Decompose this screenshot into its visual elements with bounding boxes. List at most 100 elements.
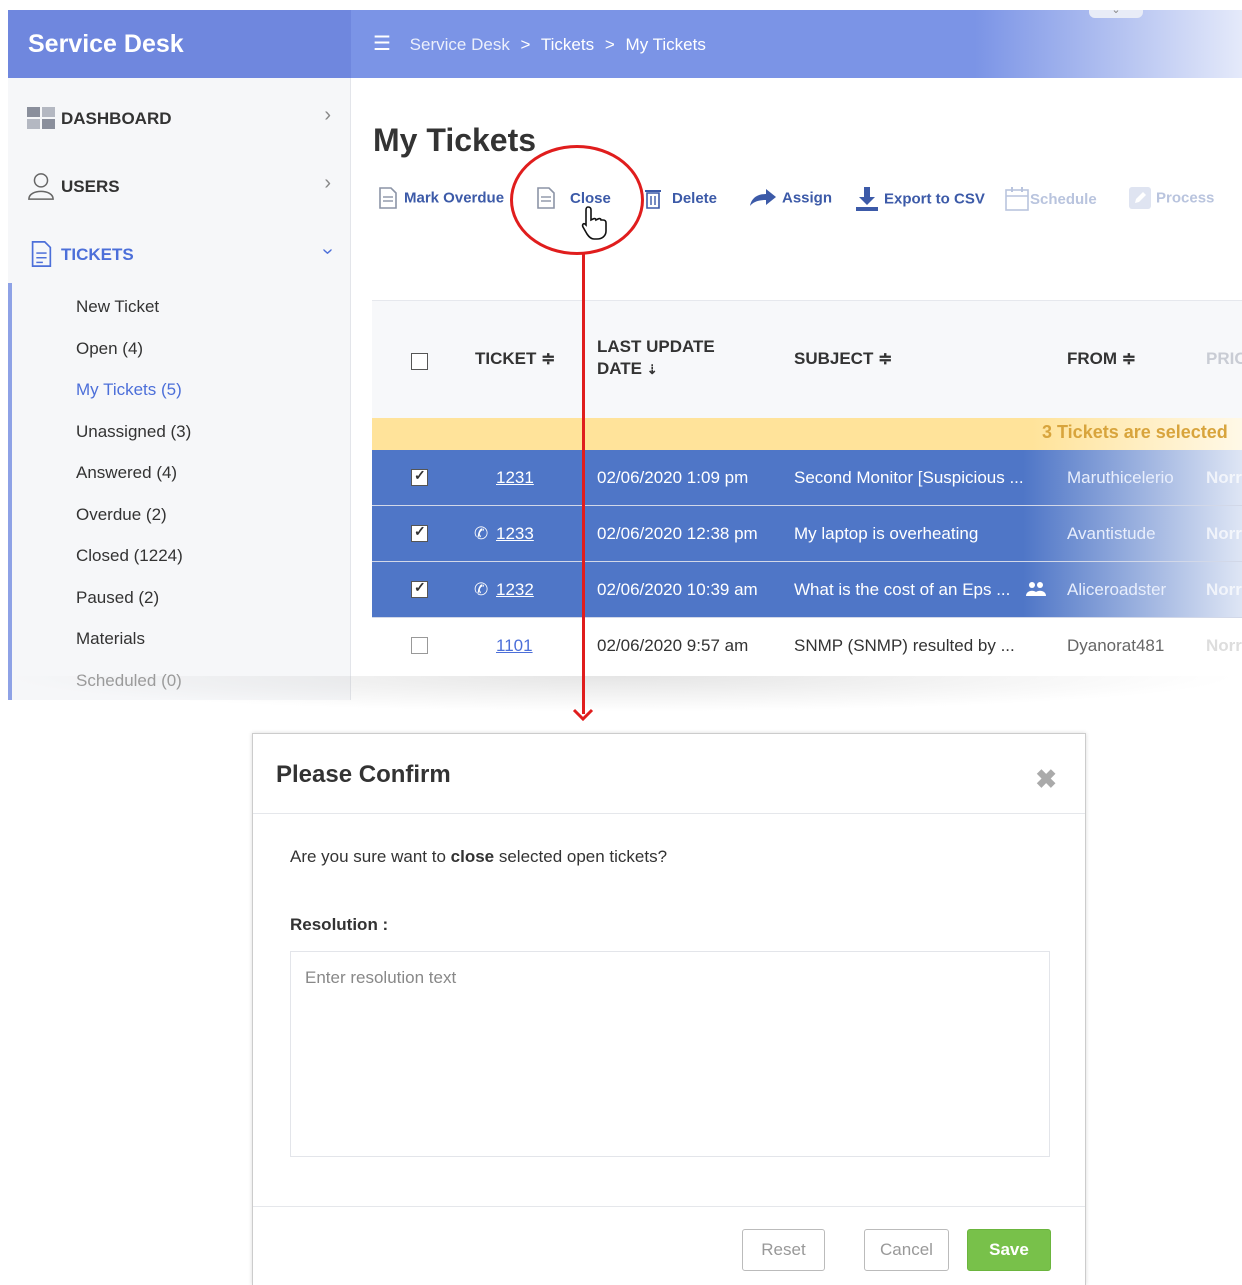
table-row[interactable]: ✆ 1232 02/06/2020 10:39 am What is the c… (372, 562, 1242, 618)
row-checkbox[interactable] (411, 579, 428, 598)
sidebar: DASHBOARD › USERS › TICKETS › New Ticket… (8, 78, 351, 700)
top-bar: ☰ Service Desk > Tickets > My Tickets ⌄ (351, 10, 1242, 78)
sidebar-item-label: DASHBOARD (61, 109, 172, 128)
table-row[interactable]: 1231 02/06/2020 1:09 pm Second Monitor [… (372, 450, 1242, 506)
chevron-down-icon: › (317, 248, 340, 255)
sidebar-subitem-answered[interactable]: Answered (4) (76, 463, 177, 483)
share-arrow-icon (750, 189, 776, 206)
dialog-message: Are you sure want to close selected open… (290, 847, 668, 866)
delete-button[interactable]: Delete (642, 186, 717, 214)
column-header-subject[interactable]: SUBJECT ≑ (794, 349, 892, 369)
row-from: Dyanorat481 (1067, 636, 1165, 655)
hand-cursor-icon (581, 206, 607, 240)
ticket-link[interactable]: 1233 (496, 524, 534, 544)
row-from: Aliceroadster (1067, 580, 1167, 599)
dialog-header: Please Confirm ✖ (253, 734, 1085, 814)
row-priority: Norr (1206, 580, 1242, 599)
row-date: 02/06/2020 12:38 pm (597, 524, 758, 543)
dialog-footer-divider (253, 1206, 1085, 1207)
column-header-last-update[interactable]: LAST UPDATE (597, 337, 715, 357)
row-date: 02/06/2020 10:39 am (597, 580, 758, 599)
column-header-last-update-date[interactable]: DATE ⇣ (597, 359, 658, 379)
save-button[interactable]: Save (967, 1229, 1051, 1271)
row-priority: Norr (1206, 636, 1242, 655)
row-subject: SNMP (SNMP) resulted by ... (794, 636, 1015, 655)
table-row[interactable]: 1101 02/06/2020 9:57 am SNMP (SNMP) resu… (372, 618, 1242, 674)
ticket-link[interactable]: 1101 (496, 636, 533, 656)
row-from: Avantistude (1067, 524, 1156, 543)
column-header-ticket[interactable]: TICKET ≑ (475, 349, 555, 369)
download-icon (856, 187, 878, 211)
sidebar-subitem-materials[interactable]: Materials (76, 629, 145, 649)
ticket-link[interactable]: 1232 (496, 580, 534, 600)
schedule-button[interactable]: Schedule (1004, 186, 1097, 214)
selection-banner: 3 Tickets are selected (372, 418, 1242, 450)
cancel-button[interactable]: Cancel (864, 1229, 949, 1271)
sidebar-item-dashboard[interactable]: DASHBOARD › (8, 88, 351, 148)
chevron-right-icon: › (324, 172, 331, 194)
sort-desc-icon: ⇣ (646, 362, 658, 377)
row-date: 02/06/2020 1:09 pm (597, 468, 749, 487)
breadcrumb-separator: > (604, 35, 615, 54)
row-priority: Norr (1206, 468, 1242, 487)
document-icon (379, 187, 397, 209)
active-section-indicator (8, 283, 12, 700)
group-icon (1026, 582, 1046, 596)
row-date: 02/06/2020 9:57 am (597, 636, 749, 655)
sidebar-subitem-my-tickets[interactable]: My Tickets (5) (76, 380, 182, 400)
sidebar-subitem-paused[interactable]: Paused (2) (76, 588, 159, 608)
pencil-icon (1129, 187, 1151, 209)
phone-icon: ✆ (474, 580, 489, 599)
resolution-input[interactable] (290, 951, 1050, 1157)
row-checkbox[interactable] (411, 637, 428, 654)
sidebar-subitem-open[interactable]: Open (4) (76, 339, 143, 359)
select-all-checkbox[interactable] (411, 353, 428, 370)
row-checkbox[interactable] (411, 467, 428, 486)
row-from: Maruthicelerio (1067, 468, 1174, 487)
collapse-caret-icon[interactable]: ⌄ (1089, 10, 1143, 18)
sidebar-subitem-closed[interactable]: Closed (1224) (76, 546, 183, 566)
table-row[interactable]: ✆ 1233 02/06/2020 12:38 pm My laptop is … (372, 506, 1242, 562)
column-header-from[interactable]: FROM ≑ (1067, 349, 1136, 369)
phone-icon: ✆ (474, 524, 489, 543)
breadcrumb-my-tickets: My Tickets (625, 35, 706, 54)
sidebar-item-users[interactable]: USERS › (8, 156, 351, 216)
reset-button[interactable]: Reset (742, 1229, 825, 1271)
resolution-label: Resolution : (290, 915, 389, 934)
row-subject: Second Monitor [Suspicious ... (794, 468, 1024, 487)
process-button[interactable]: Process (1128, 186, 1214, 214)
row-subject: What is the cost of an Eps ... (794, 580, 1011, 599)
row-checkbox[interactable] (411, 523, 428, 542)
assign-button[interactable]: Assign (748, 186, 832, 214)
sidebar-item-tickets[interactable]: TICKETS › (8, 224, 351, 284)
trash-icon (645, 190, 661, 209)
breadcrumb-service-desk[interactable]: Service Desk (410, 35, 510, 54)
sidebar-subitem-new-ticket[interactable]: New Ticket (76, 297, 159, 317)
sidebar-subitem-overdue[interactable]: Overdue (2) (76, 505, 167, 525)
close-icon[interactable]: ✖ (1035, 764, 1057, 795)
tickets-table: TICKET ≑ LAST UPDATE DATE ⇣ SUBJECT ≑ FR… (372, 300, 1242, 700)
annotation-circle (510, 145, 644, 255)
export-csv-button[interactable]: Export to CSV (854, 186, 985, 214)
chevron-right-icon: › (324, 104, 331, 126)
app-window: Service Desk ☰ Service Desk > Tickets > … (8, 10, 1242, 700)
annotation-arrow (582, 254, 585, 714)
dashboard-icon (27, 107, 55, 129)
mark-overdue-button[interactable]: Mark Overdue (376, 186, 504, 214)
table-header: TICKET ≑ LAST UPDATE DATE ⇣ SUBJECT ≑ FR… (372, 300, 1242, 418)
arrow-down-icon (572, 708, 594, 722)
sidebar-item-label: TICKETS (61, 245, 134, 264)
row-priority: Norr (1206, 524, 1242, 543)
confirm-dialog: Please Confirm ✖ Are you sure want to cl… (252, 733, 1086, 1285)
ticket-link[interactable]: 1231 (496, 468, 534, 488)
breadcrumb-tickets[interactable]: Tickets (541, 35, 594, 54)
document-icon (31, 241, 52, 267)
sidebar-subitem-unassigned[interactable]: Unassigned (3) (76, 422, 191, 442)
app-brand: Service Desk (8, 10, 351, 78)
breadcrumb-separator: > (520, 35, 531, 54)
row-subject: My laptop is overheating (794, 524, 979, 543)
calendar-icon (1005, 187, 1029, 211)
hamburger-menu-icon[interactable]: ☰ (373, 33, 391, 55)
column-header-priority[interactable]: PRIC (1206, 349, 1242, 369)
main-content: My Tickets Mark Overdue Close Delete Ass… (352, 78, 1242, 700)
